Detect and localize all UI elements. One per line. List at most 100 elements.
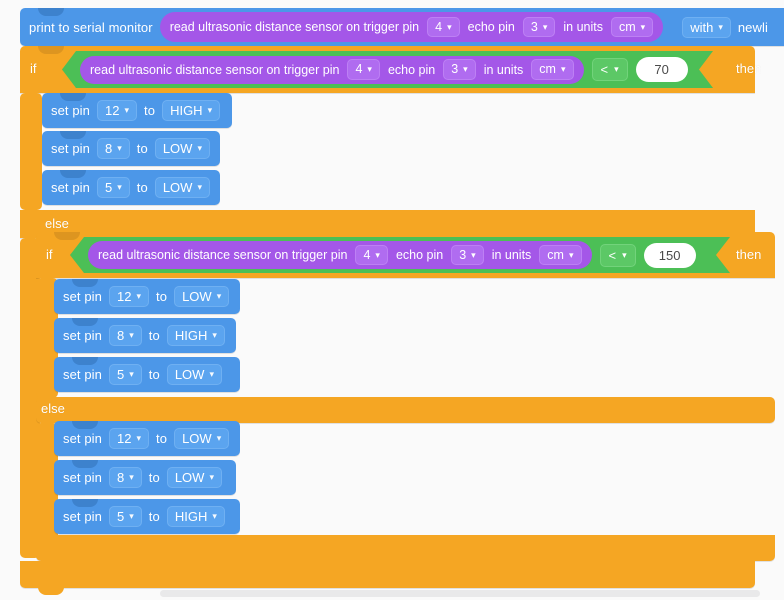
state-dropdown[interactable]: LOW ▾ bbox=[166, 467, 222, 488]
compare-value-input[interactable]: 70 bbox=[636, 57, 688, 82]
pin-dropdown[interactable]: 12 ▾ bbox=[97, 100, 138, 121]
set-pin-block[interactable]: set pin 5 ▾ to LOW ▾ bbox=[42, 170, 220, 205]
state-dropdown[interactable]: LOW ▾ bbox=[174, 286, 230, 307]
chevron-down-icon: ▾ bbox=[129, 369, 134, 379]
to-label: to bbox=[144, 103, 156, 118]
to-label: to bbox=[148, 367, 160, 382]
chevron-down-icon: ▾ bbox=[375, 249, 380, 260]
if-inner-footer[interactable] bbox=[36, 535, 775, 561]
to-label: to bbox=[148, 470, 160, 485]
pin-dropdown[interactable]: 8 ▾ bbox=[97, 138, 130, 159]
chevron-down-icon: ▾ bbox=[471, 249, 476, 260]
pin-dropdown[interactable]: 8 ▾ bbox=[109, 467, 142, 488]
if-inner-label: if bbox=[46, 247, 53, 262]
state-dropdown[interactable]: HIGH ▾ bbox=[162, 100, 221, 121]
state-dropdown[interactable]: HIGH ▾ bbox=[166, 506, 225, 527]
if-inner-condition-block[interactable]: read ultrasonic distance sensor on trigg… bbox=[70, 237, 730, 273]
trigger-pin-dropdown[interactable]: 4 ▾ bbox=[355, 245, 387, 266]
trigger-pin-dropdown[interactable]: 4 ▾ bbox=[427, 16, 460, 38]
units-label: in units bbox=[491, 248, 532, 262]
ultrasonic-sensor-reporter-block[interactable]: read ultrasonic distance sensor on trigg… bbox=[80, 56, 584, 84]
block-notch bbox=[38, 8, 64, 16]
block-notch bbox=[72, 460, 98, 468]
with-dropdown[interactable]: with ▾ bbox=[682, 16, 731, 38]
echo-pin-dropdown[interactable]: 3 ▾ bbox=[443, 59, 475, 80]
units-label: in units bbox=[483, 62, 524, 77]
units-label: in units bbox=[563, 20, 603, 34]
chevron-down-icon: ▾ bbox=[560, 64, 566, 74]
state-dropdown[interactable]: LOW ▾ bbox=[154, 177, 210, 198]
set-pin-block[interactable]: set pin 5 ▾ to LOW ▾ bbox=[54, 357, 240, 392]
pin-dropdown[interactable]: 8 ▾ bbox=[109, 325, 142, 346]
comparison-operator-dropdown[interactable]: < ▾ bbox=[600, 244, 636, 267]
chevron-down-icon: ▾ bbox=[718, 21, 723, 32]
units-value: cm bbox=[539, 62, 556, 77]
set-pin-label: set pin bbox=[63, 431, 103, 446]
chevron-down-icon: ▾ bbox=[117, 143, 122, 153]
blockly-workspace[interactable]: print to serial monitor read ultrasonic … bbox=[0, 0, 784, 600]
set-pin-label: set pin bbox=[51, 141, 91, 156]
pin-dropdown[interactable]: 5 ▾ bbox=[97, 177, 130, 198]
if-outer-condition-block[interactable]: read ultrasonic distance sensor on trigg… bbox=[62, 51, 713, 88]
units-dropdown[interactable]: cm ▾ bbox=[539, 245, 581, 266]
to-label: to bbox=[136, 141, 148, 156]
echo-pin-label: echo pin bbox=[395, 248, 444, 262]
if-inner-else-bar[interactable]: else bbox=[36, 397, 775, 423]
chevron-down-icon: ▾ bbox=[622, 249, 627, 260]
chevron-down-icon: ▾ bbox=[197, 182, 202, 192]
with-label: with bbox=[690, 19, 714, 35]
operator-value: < bbox=[608, 247, 617, 263]
set-pin-block[interactable]: set pin 12 ▾ to LOW ▾ bbox=[54, 279, 240, 314]
state-dropdown[interactable]: LOW ▾ bbox=[174, 428, 230, 449]
state-value: LOW bbox=[182, 289, 212, 304]
state-dropdown[interactable]: HIGH ▾ bbox=[166, 325, 225, 346]
pin-value: 8 bbox=[105, 141, 113, 156]
sensor-label: read ultrasonic distance sensor on trigg… bbox=[90, 62, 340, 77]
pin-dropdown[interactable]: 12 ▾ bbox=[109, 428, 150, 449]
set-pin-block[interactable]: set pin 5 ▾ to HIGH ▾ bbox=[54, 499, 240, 534]
block-notch bbox=[72, 279, 98, 287]
chevron-down-icon: ▾ bbox=[640, 21, 646, 32]
if-outer-footer[interactable] bbox=[20, 561, 755, 595]
comparison-operator-dropdown[interactable]: < ▾ bbox=[592, 58, 628, 81]
trigger-pin-dropdown[interactable]: 4 ▾ bbox=[347, 59, 379, 80]
units-dropdown[interactable]: cm ▾ bbox=[610, 16, 654, 38]
units-dropdown[interactable]: cm ▾ bbox=[531, 59, 573, 80]
block-notch bbox=[72, 318, 98, 326]
ultrasonic-sensor-reporter-block[interactable]: read ultrasonic distance sensor on trigg… bbox=[88, 241, 592, 269]
state-value: LOW bbox=[174, 367, 205, 382]
set-pin-block[interactable]: set pin 12 ▾ to HIGH ▾ bbox=[42, 93, 232, 128]
set-pin-block[interactable]: set pin 12 ▾ to LOW ▾ bbox=[54, 421, 240, 456]
pin-dropdown[interactable]: 12 ▾ bbox=[109, 286, 150, 307]
echo-pin-dropdown[interactable]: 3 ▾ bbox=[451, 245, 483, 266]
operator-value: < bbox=[600, 62, 609, 77]
chevron-down-icon: ▾ bbox=[568, 249, 574, 260]
trigger-pin-value: 4 bbox=[363, 247, 371, 262]
echo-pin-dropdown[interactable]: 3 ▾ bbox=[522, 16, 556, 38]
set-pin-label: set pin bbox=[63, 367, 103, 382]
pin-dropdown[interactable]: 5 ▾ bbox=[109, 506, 142, 527]
pin-value: 5 bbox=[117, 367, 125, 382]
state-dropdown[interactable]: LOW ▾ bbox=[154, 138, 210, 159]
print-to-serial-monitor-block[interactable]: print to serial monitor read ultrasonic … bbox=[20, 8, 784, 46]
chevron-down-icon: ▾ bbox=[129, 472, 134, 482]
horizontal-scrollbar[interactable] bbox=[160, 590, 760, 597]
ultrasonic-sensor-reporter-block[interactable]: read ultrasonic distance sensor on trigg… bbox=[159, 12, 664, 42]
pin-value: 12 bbox=[105, 103, 120, 118]
pin-dropdown[interactable]: 5 ▾ bbox=[109, 364, 142, 385]
compare-value-input[interactable]: 150 bbox=[644, 243, 696, 268]
state-value: HIGH bbox=[170, 103, 203, 118]
state-value: LOW bbox=[182, 431, 212, 446]
sensor-label: read ultrasonic distance sensor on trigg… bbox=[169, 20, 420, 34]
chevron-down-icon: ▾ bbox=[614, 64, 619, 74]
block-nub bbox=[38, 587, 64, 595]
state-dropdown[interactable]: LOW ▾ bbox=[166, 364, 222, 385]
if-outer-body-spine bbox=[20, 93, 42, 210]
set-pin-block[interactable]: set pin 8 ▾ to HIGH ▾ bbox=[54, 318, 236, 353]
set-pin-block[interactable]: set pin 8 ▾ to LOW ▾ bbox=[42, 131, 220, 166]
sensor-label: read ultrasonic distance sensor on trigg… bbox=[98, 248, 348, 262]
set-pin-block[interactable]: set pin 8 ▾ to LOW ▾ bbox=[54, 460, 236, 495]
to-label: to bbox=[148, 509, 160, 524]
block-notch bbox=[60, 170, 86, 178]
if-inner-then-label: then bbox=[736, 247, 762, 262]
